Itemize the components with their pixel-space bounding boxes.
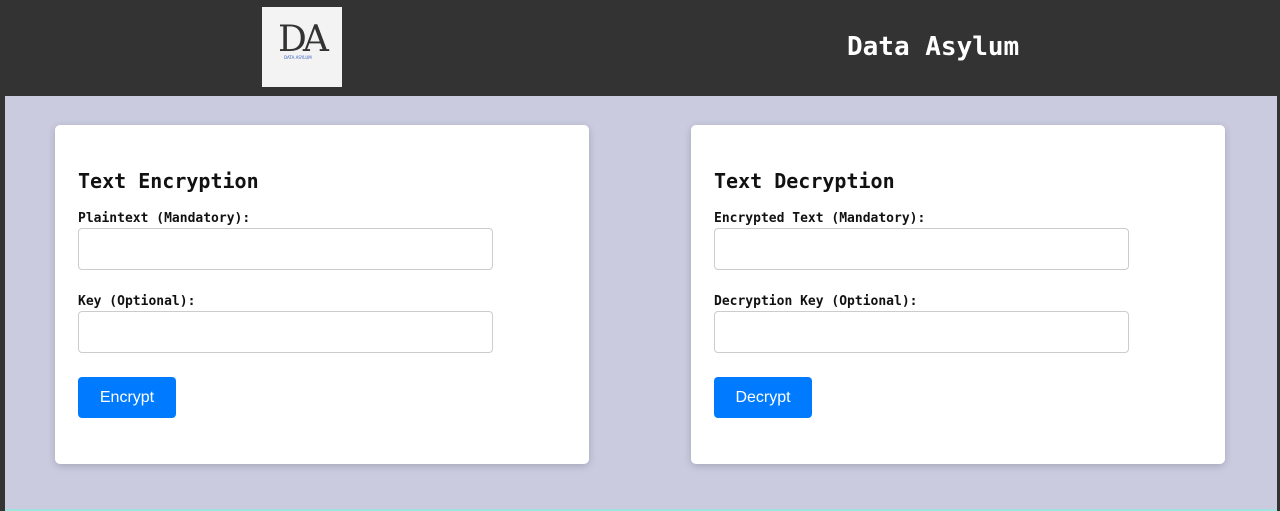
decryption-key-label: Decryption Key (Optional): — [714, 294, 918, 309]
encrypted-text-input[interactable] — [714, 228, 1129, 270]
decrypt-button[interactable]: Decrypt — [714, 377, 812, 418]
encrypted-text-label: Encrypted Text (Mandatory): — [714, 211, 926, 226]
decryption-card: Text Decryption Encrypted Text (Mandator… — [691, 125, 1225, 464]
decryption-heading: Text Decryption — [714, 169, 895, 193]
plaintext-label: Plaintext (Mandatory): — [78, 211, 251, 226]
key-label: Key (Optional): — [78, 294, 196, 309]
encrypt-button[interactable]: Encrypt — [78, 377, 176, 418]
plaintext-input[interactable] — [78, 228, 493, 270]
encryption-card: Text Encryption Plaintext (Mandatory): K… — [55, 125, 589, 464]
key-input[interactable] — [78, 311, 493, 353]
decryption-key-input[interactable] — [714, 311, 1129, 353]
encryption-heading: Text Encryption — [78, 169, 259, 193]
main-content: Text Encryption Plaintext (Mandatory): K… — [5, 96, 1277, 509]
